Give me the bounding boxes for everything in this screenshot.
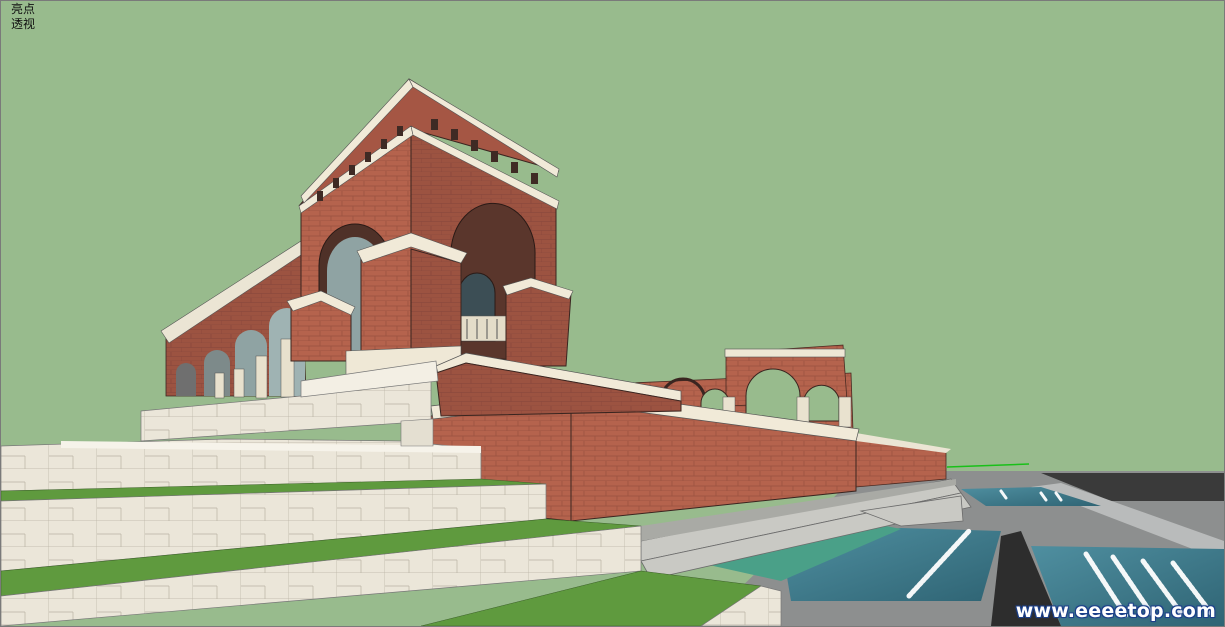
scene-name: 亮点 bbox=[11, 2, 36, 16]
3d-viewport[interactable]: 亮点 透视 www.eeeetop.com bbox=[0, 0, 1225, 627]
scene-label: 亮点 透视 bbox=[11, 2, 35, 32]
architecture-model bbox=[1, 78, 1224, 626]
camera-mode: 透视 bbox=[11, 17, 36, 31]
main-tower bbox=[160, 78, 574, 399]
watermark: www.eeeetop.com bbox=[1015, 600, 1216, 622]
axis-line bbox=[946, 463, 1030, 468]
